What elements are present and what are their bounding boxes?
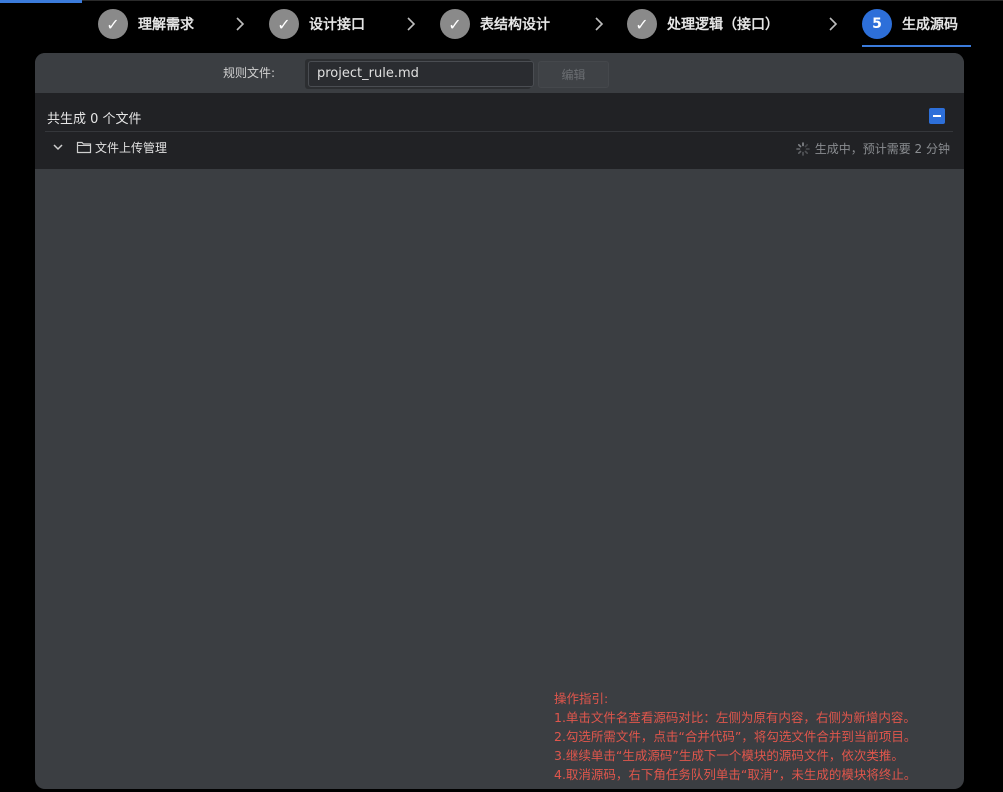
rule-file-input-wrap <box>305 59 534 89</box>
step-processing-logic[interactable]: ✓ 处理逻辑（接口） <box>627 9 779 39</box>
chevron-right-icon <box>595 17 604 31</box>
check-icon: ✓ <box>627 9 657 39</box>
chevron-right-icon <box>407 17 416 31</box>
status-text: 生成中，预计需要 2 分钟 <box>814 142 950 156</box>
folder-row[interactable]: 文件上传管理 生成中，预计需要 2 分钟 <box>35 132 964 162</box>
step-label: 处理逻辑（接口） <box>667 17 779 33</box>
files-count-text: 共生成 0 个文件 <box>47 112 142 127</box>
generation-status: 生成中，预计需要 2 分钟 <box>795 140 950 157</box>
step-generate-source[interactable]: 5 生成源码 <box>862 9 958 39</box>
rule-file-label: 规则文件: <box>223 66 276 80</box>
main-panel: 规则文件: 编辑 共生成 0 个文件 文件上传管理 <box>35 53 964 789</box>
step-understand-requirements[interactable]: ✓ 理解需求 <box>98 9 194 39</box>
chevron-right-icon <box>829 17 838 31</box>
operation-guide: 操作指引: 1.单击文件名查看源码对比：左侧为原有内容，右侧为新增内容。 2.勾… <box>554 689 959 784</box>
step-label: 生成源码 <box>902 17 958 33</box>
guide-line: 4.取消源码，右下角任务队列单击“取消”，未生成的模块将终止。 <box>554 767 917 782</box>
check-icon: ✓ <box>98 9 128 39</box>
check-icon: ✓ <box>269 9 299 39</box>
step-design-interface[interactable]: ✓ 设计接口 <box>269 9 365 39</box>
select-all-checkbox[interactable] <box>929 108 945 124</box>
step-table-design[interactable]: ✓ 表结构设计 <box>440 9 550 39</box>
guide-line: 2.勾选所需文件，点击“合并代码”，将勾选文件合并到当前项目。 <box>554 729 917 744</box>
rule-file-input[interactable] <box>308 61 534 87</box>
guide-line: 3.继续单击“生成源码”生成下一个模块的源码文件，依次类推。 <box>554 748 904 763</box>
check-icon: ✓ <box>440 9 470 39</box>
active-step-underline <box>862 45 971 47</box>
step-label: 设计接口 <box>309 17 365 33</box>
step-number-badge: 5 <box>862 9 892 39</box>
guide-line: 1.单击文件名查看源码对比：左侧为原有内容，右侧为新增内容。 <box>554 710 916 725</box>
generated-files-section: 共生成 0 个文件 文件上传管理 生成中，预计需要 2 分钟 <box>35 93 964 169</box>
stepper: ✓ 理解需求 ✓ 设计接口 ✓ 表结构设计 ✓ 处理逻辑（接口） 5 生成源码 <box>0 0 1003 50</box>
rule-file-bar: 规则文件: 编辑 <box>35 53 964 93</box>
chevron-down-icon[interactable] <box>52 141 64 153</box>
folder-name: 文件上传管理 <box>95 141 168 155</box>
step-label: 表结构设计 <box>480 17 550 33</box>
loading-spinner-icon <box>795 141 810 156</box>
edit-button[interactable]: 编辑 <box>538 61 609 88</box>
folder-icon <box>76 141 92 154</box>
step-label: 理解需求 <box>138 17 194 33</box>
chevron-right-icon <box>236 17 245 31</box>
guide-title: 操作指引: <box>554 691 609 706</box>
